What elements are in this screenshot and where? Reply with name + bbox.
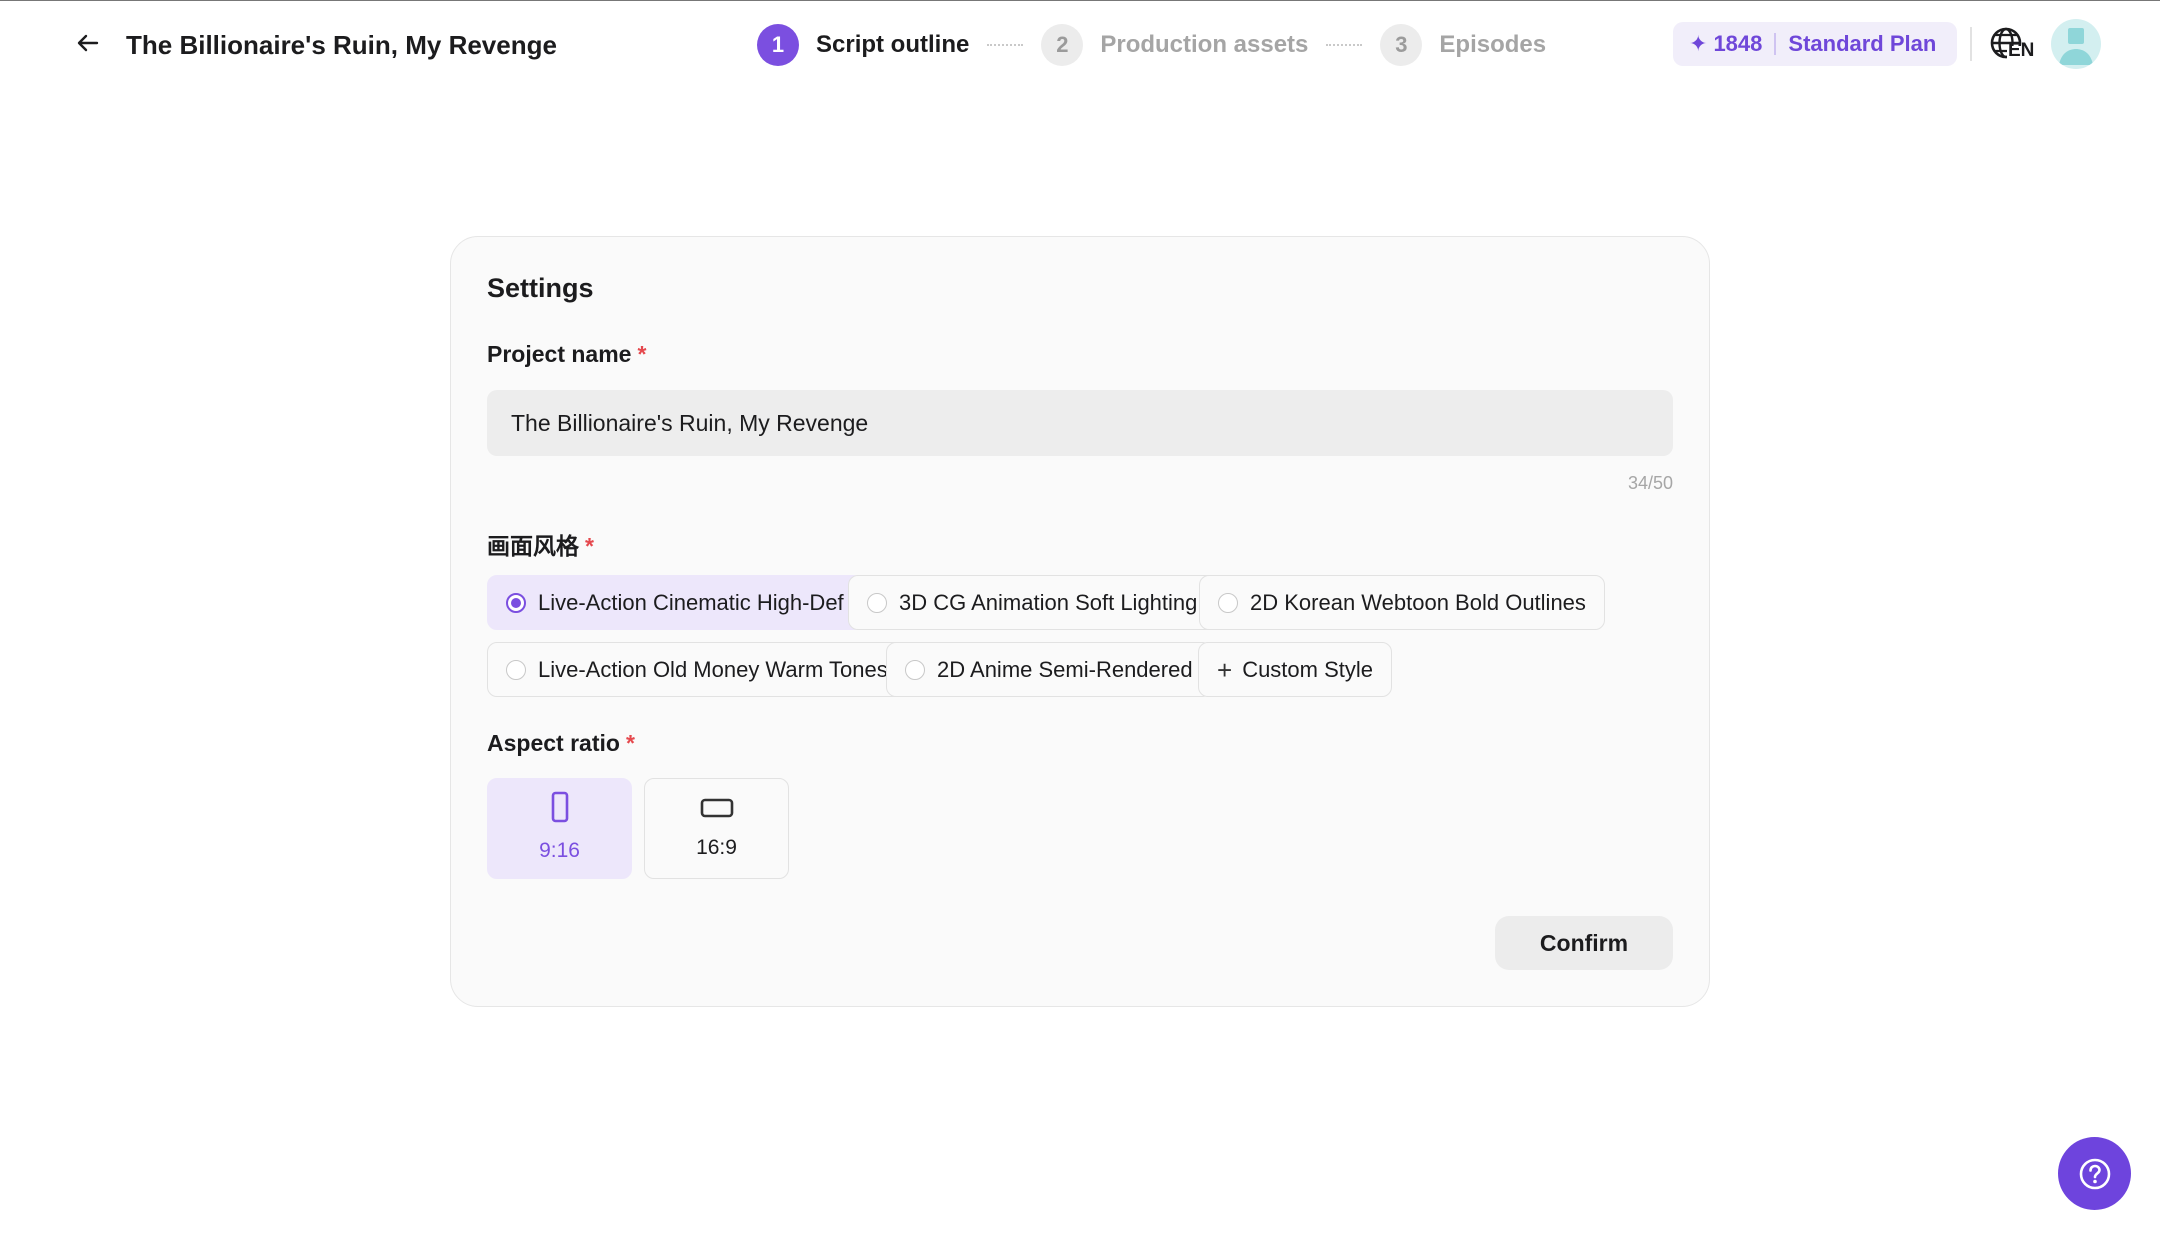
- step-label: Script outline: [816, 31, 970, 58]
- portrait-ratio-icon: [551, 791, 568, 823]
- aspect-ratio-label: 16:9: [696, 836, 737, 859]
- radio-selected-icon: [506, 592, 526, 613]
- project-name-label: Project name *: [487, 341, 646, 368]
- style-option-label: 2D Anime Semi-Rendered: [937, 656, 1193, 682]
- custom-style-label: Custom Style: [1242, 656, 1374, 682]
- radio-icon: [1218, 592, 1238, 613]
- step-label: Production assets: [1100, 31, 1309, 58]
- avatar[interactable]: [2051, 19, 2101, 69]
- step-separator: [987, 44, 1024, 46]
- aspect-ratio-label-text: Aspect ratio: [487, 730, 620, 756]
- style-option-live-action-old-money[interactable]: Live-Action Old Money Warm Tones: [487, 642, 907, 697]
- step-episodes[interactable]: 3 Episodes: [1380, 24, 1546, 66]
- character-counter: 34/50: [1627, 473, 1673, 493]
- stepper: 1 Script outline 2 Production assets 3 E…: [757, 23, 1546, 67]
- question-circle-icon: [2079, 1158, 2110, 1189]
- divider: [1774, 33, 1777, 55]
- settings-card: Settings Project name* 34/50 画面风格* Live-…: [450, 236, 1710, 1007]
- project-title: The Billionaire's Ruin, My Revenge: [126, 30, 557, 60]
- required-mark: *: [637, 341, 647, 367]
- style-option-2d-korean-webtoon[interactable]: 2D Korean Webtoon Bold Outlines: [1199, 575, 1605, 630]
- step-separator: [1326, 44, 1363, 46]
- credits-count: 1848: [1713, 31, 1763, 56]
- top-bar: The Billionaire's Ruin, My Revenge 1 Scr…: [0, 1, 2160, 89]
- style-option-live-action-cinematic[interactable]: Live-Action Cinematic High-Def: [487, 575, 863, 630]
- divider: [1970, 27, 1972, 61]
- step-number: 3: [1380, 24, 1423, 66]
- style-option-label: 2D Korean Webtoon Bold Outlines: [1250, 589, 1586, 615]
- settings-title: Settings: [487, 273, 594, 303]
- confirm-button[interactable]: Confirm: [1495, 916, 1673, 970]
- style-option-2d-anime[interactable]: 2D Anime Semi-Rendered: [886, 642, 1212, 697]
- landscape-ratio-icon: [700, 798, 733, 818]
- plus-icon: +: [1217, 654, 1233, 685]
- arrow-left-icon: [77, 34, 99, 52]
- style-label-text: 画面风格: [487, 533, 579, 559]
- step-number: 1: [757, 24, 799, 66]
- style-option-label: Live-Action Old Money Warm Tones: [538, 656, 888, 682]
- credits-plan-badge[interactable]: ✦ 1848 Standard Plan: [1673, 22, 1957, 66]
- aspect-ratio-16-9[interactable]: 16:9: [644, 778, 789, 879]
- user-avatar-icon: [2059, 28, 2093, 65]
- radio-icon: [506, 659, 526, 680]
- radio-icon: [867, 592, 887, 613]
- step-number: 2: [1041, 24, 1084, 66]
- plan-name: Standard Plan: [1788, 31, 1937, 56]
- project-name-input[interactable]: [487, 390, 1673, 456]
- style-label: 画面风格 *: [487, 527, 594, 561]
- aspect-ratio-label: 9:16: [539, 839, 580, 862]
- step-label: Episodes: [1439, 31, 1547, 58]
- help-button[interactable]: [2058, 1137, 2131, 1210]
- language-switcher[interactable]: EN: [1988, 25, 2034, 65]
- style-option-label: 3D CG Animation Soft Lighting: [899, 589, 1198, 615]
- required-mark: *: [585, 533, 594, 559]
- aspect-ratio-9-16[interactable]: 9:16: [487, 778, 632, 879]
- step-script-outline[interactable]: 1 Script outline: [757, 24, 969, 66]
- radio-icon: [905, 659, 925, 680]
- custom-style-button[interactable]: + Custom Style: [1198, 642, 1393, 697]
- style-option-label: Live-Action Cinematic High-Def: [538, 589, 844, 615]
- project-name-label-text: Project name: [487, 341, 632, 367]
- language-code: EN: [2008, 40, 2035, 61]
- style-option-3d-cg-animation[interactable]: 3D CG Animation Soft Lighting: [848, 575, 1217, 630]
- required-mark: *: [625, 730, 635, 756]
- back-button[interactable]: [72, 27, 104, 59]
- aspect-ratio-label: Aspect ratio *: [487, 730, 635, 757]
- step-production-assets[interactable]: 2 Production assets: [1041, 24, 1308, 66]
- sparkle-icon: ✦: [1689, 31, 1708, 56]
